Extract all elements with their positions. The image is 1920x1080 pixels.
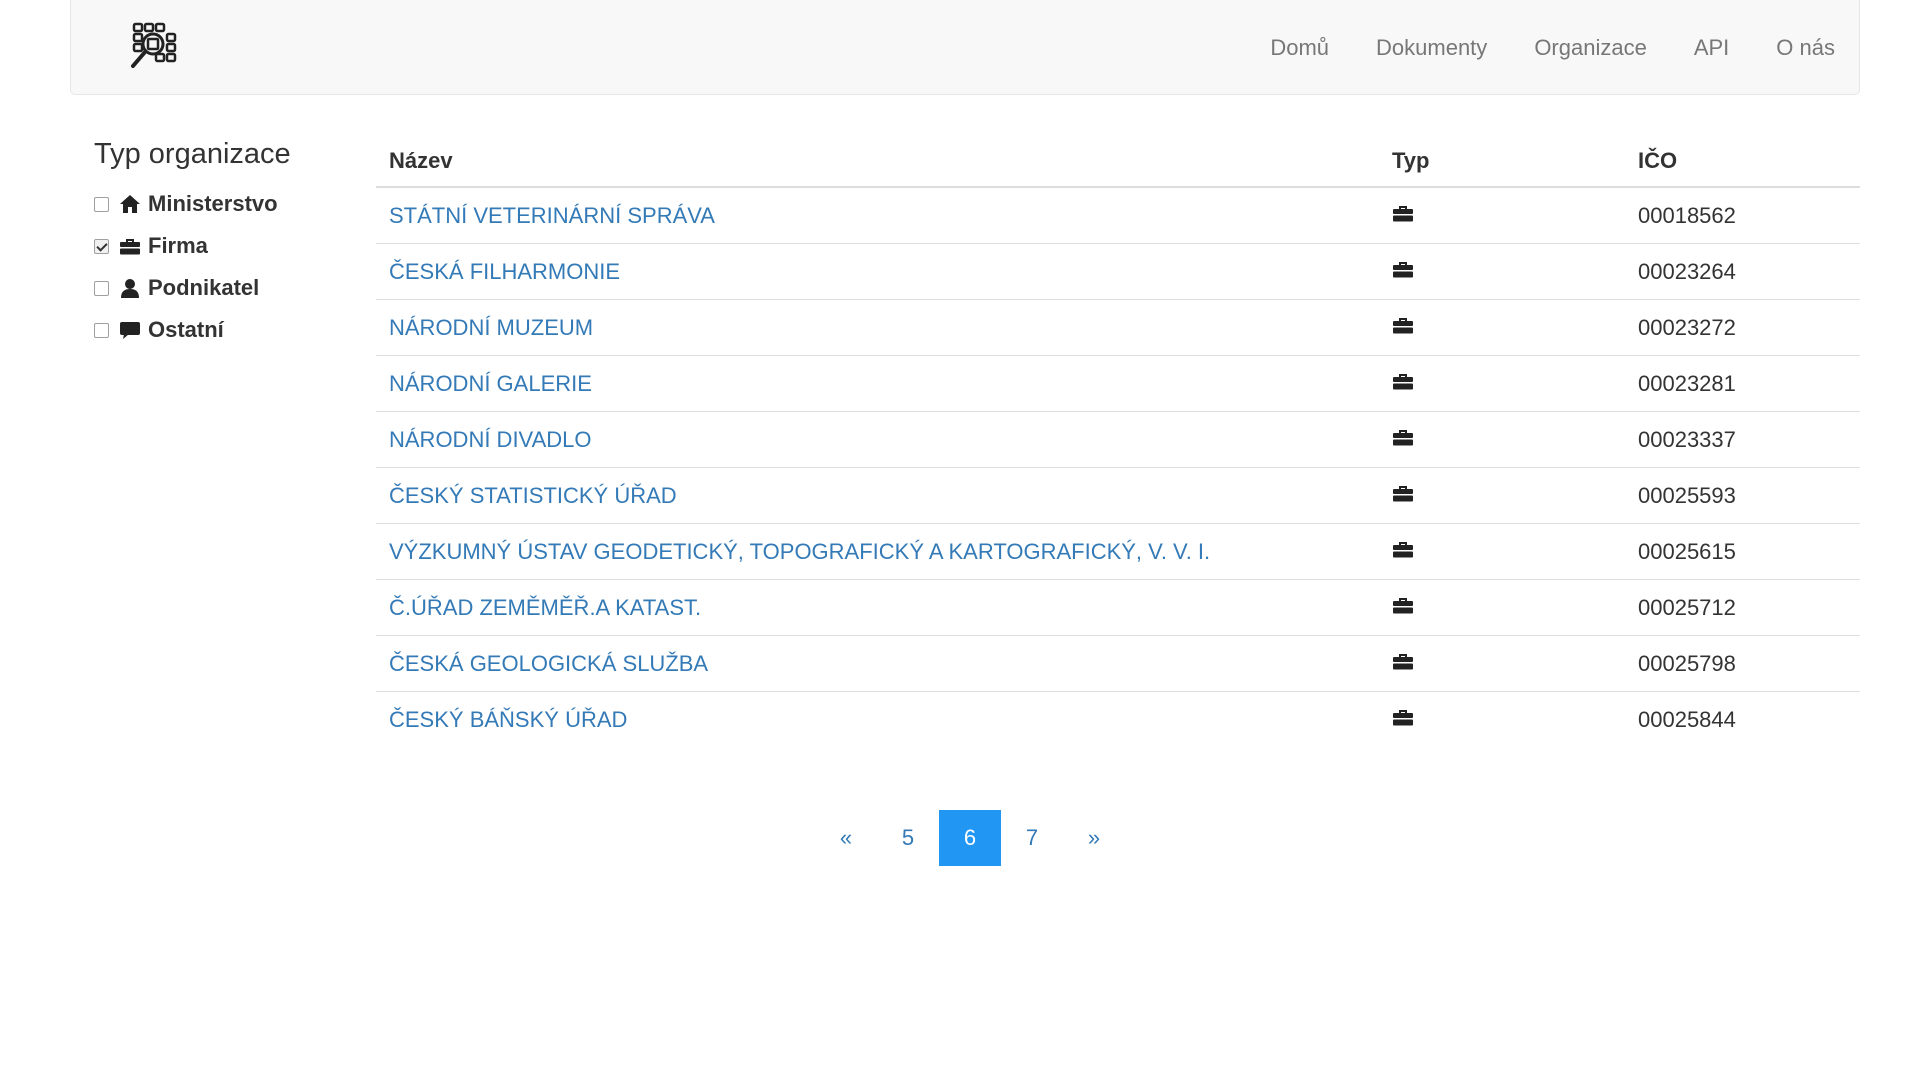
cell-name: Č.ÚŘAD ZEMĚMĚŘ.A KATAST. bbox=[376, 579, 1379, 636]
cell-name: STÁTNÍ VETERINÁRNÍ SPRÁVA bbox=[376, 187, 1379, 244]
filter-sidebar: Typ organizace Ministerstvo Firma Podnik… bbox=[94, 138, 291, 351]
briefcase-icon bbox=[1392, 483, 1414, 508]
nav-link-dokumenty[interactable]: Dokumenty bbox=[1376, 35, 1487, 61]
organization-link[interactable]: VÝZKUMNÝ ÚSTAV GEODETICKÝ, TOPOGRAFICKÝ … bbox=[389, 539, 1210, 564]
briefcase-icon bbox=[1392, 707, 1414, 732]
filter-label: Ostatní bbox=[148, 317, 224, 342]
cell-name: NÁRODNÍ GALERIE bbox=[376, 355, 1379, 412]
cell-type bbox=[1379, 467, 1625, 524]
organization-link[interactable]: ČESKÁ GEOLOGICKÁ SLUŽBA bbox=[389, 651, 708, 676]
filter-ministerstvo[interactable]: Ministerstvo bbox=[94, 183, 291, 225]
column-header-nazev[interactable]: Název bbox=[376, 136, 1379, 188]
cell-ico: 00025615 bbox=[1625, 523, 1860, 580]
cell-type bbox=[1379, 579, 1625, 636]
main-nav: Domů Dokumenty Organizace API O nás bbox=[1223, 0, 1835, 95]
cell-type bbox=[1379, 411, 1625, 468]
cell-type bbox=[1379, 187, 1625, 244]
table-row: VÝZKUMNÝ ÚSTAV GEODETICKÝ, TOPOGRAFICKÝ … bbox=[376, 523, 1860, 580]
cell-ico: 00025844 bbox=[1625, 691, 1860, 747]
organization-link[interactable]: STÁTNÍ VETERINÁRNÍ SPRÁVA bbox=[389, 203, 715, 228]
home-icon bbox=[119, 193, 143, 215]
cell-type bbox=[1379, 635, 1625, 692]
table-row: ČESKÝ STATISTICKÝ ÚŘAD 00025593 bbox=[376, 467, 1860, 524]
cell-type bbox=[1379, 355, 1625, 412]
cell-name: ČESKÁ GEOLOGICKÁ SLUŽBA bbox=[376, 635, 1379, 692]
nav-link-api[interactable]: API bbox=[1694, 35, 1729, 61]
cell-name: VÝZKUMNÝ ÚSTAV GEODETICKÝ, TOPOGRAFICKÝ … bbox=[376, 523, 1379, 580]
organization-link[interactable]: NÁRODNÍ DIVADLO bbox=[389, 427, 592, 452]
filter-ostatni[interactable]: Ostatní bbox=[94, 309, 291, 351]
cell-type bbox=[1379, 523, 1625, 580]
filter-label: Ministerstvo bbox=[148, 191, 278, 216]
table-row: NÁRODNÍ GALERIE 00023281 bbox=[376, 355, 1860, 412]
cell-name: NÁRODNÍ MUZEUM bbox=[376, 299, 1379, 356]
organization-link[interactable]: NÁRODNÍ MUZEUM bbox=[389, 315, 593, 340]
cell-ico: 00025712 bbox=[1625, 579, 1860, 636]
briefcase-icon bbox=[1392, 427, 1414, 452]
table-row: STÁTNÍ VETERINÁRNÍ SPRÁVA 00018562 bbox=[376, 187, 1860, 244]
table-row: ČESKÁ GEOLOGICKÁ SLUŽBA 00025798 bbox=[376, 635, 1860, 692]
navbar: Domů Dokumenty Organizace API O nás bbox=[70, 0, 1860, 95]
cell-ico: 00025798 bbox=[1625, 635, 1860, 692]
briefcase-icon bbox=[1392, 371, 1414, 396]
search-grid-logo-icon[interactable] bbox=[128, 20, 180, 74]
table-row: ČESKÝ BÁŇSKÝ ÚŘAD 00025844 bbox=[376, 691, 1860, 747]
filter-checkbox-firma[interactable] bbox=[94, 238, 109, 254]
organizations-table: Název Typ IČO STÁTNÍ VETERINÁRNÍ SPRÁVA 0… bbox=[376, 136, 1860, 747]
cell-name: ČESKÁ FILHARMONIE bbox=[376, 243, 1379, 300]
organization-link[interactable]: NÁRODNÍ GALERIE bbox=[389, 371, 592, 396]
organization-link[interactable]: ČESKÁ FILHARMONIE bbox=[389, 259, 620, 284]
briefcase-icon bbox=[1392, 315, 1414, 340]
table-header-row: Název Typ IČO bbox=[376, 136, 1860, 188]
organization-link[interactable]: ČESKÝ BÁŇSKÝ ÚŘAD bbox=[389, 707, 627, 732]
briefcase-icon bbox=[1392, 651, 1414, 676]
pagination-prev[interactable]: « bbox=[815, 810, 877, 866]
comment-icon bbox=[119, 319, 143, 341]
cell-ico: 00023337 bbox=[1625, 411, 1860, 468]
cell-type bbox=[1379, 299, 1625, 356]
cell-name: NÁRODNÍ DIVADLO bbox=[376, 411, 1379, 468]
organization-link[interactable]: Č.ÚŘAD ZEMĚMĚŘ.A KATAST. bbox=[389, 595, 701, 620]
organization-link[interactable]: ČESKÝ STATISTICKÝ ÚŘAD bbox=[389, 483, 677, 508]
pagination-page[interactable]: 7 bbox=[1001, 810, 1063, 866]
cell-type bbox=[1379, 691, 1625, 747]
cell-ico: 00023281 bbox=[1625, 355, 1860, 412]
nav-link-organizace[interactable]: Organizace bbox=[1534, 35, 1647, 61]
nav-link-domu[interactable]: Domů bbox=[1270, 35, 1329, 61]
table-row: ČESKÁ FILHARMONIE 00023264 bbox=[376, 243, 1860, 300]
briefcase-icon bbox=[119, 235, 143, 257]
filter-podnikatel[interactable]: Podnikatel bbox=[94, 267, 291, 309]
pagination-next[interactable]: » bbox=[1063, 810, 1125, 866]
cell-ico: 00025593 bbox=[1625, 467, 1860, 524]
nav-link-o-nas[interactable]: O nás bbox=[1776, 35, 1835, 61]
user-icon bbox=[119, 277, 143, 299]
cell-ico: 00023264 bbox=[1625, 243, 1860, 300]
column-header-typ[interactable]: Typ bbox=[1379, 136, 1625, 188]
cell-name: ČESKÝ STATISTICKÝ ÚŘAD bbox=[376, 467, 1379, 524]
pagination-page-current[interactable]: 6 bbox=[939, 810, 1001, 866]
table-row: Č.ÚŘAD ZEMĚMĚŘ.A KATAST. 00025712 bbox=[376, 579, 1860, 636]
pagination-page[interactable]: 5 bbox=[877, 810, 939, 866]
filter-firma[interactable]: Firma bbox=[94, 225, 291, 267]
table-row: NÁRODNÍ DIVADLO 00023337 bbox=[376, 411, 1860, 468]
filter-checkbox-ministerstvo[interactable] bbox=[94, 196, 109, 212]
filter-label: Firma bbox=[148, 233, 208, 258]
briefcase-icon bbox=[1392, 539, 1414, 564]
cell-ico: 00018562 bbox=[1638, 202, 1736, 228]
table-row: NÁRODNÍ MUZEUM 00023272 bbox=[376, 299, 1860, 356]
briefcase-icon bbox=[1392, 595, 1414, 620]
pagination: « 5 6 7 » bbox=[815, 810, 1125, 866]
briefcase-icon bbox=[1392, 259, 1414, 284]
filter-checkbox-ostatni[interactable] bbox=[94, 322, 109, 338]
briefcase-icon bbox=[1392, 203, 1414, 228]
filter-label: Podnikatel bbox=[148, 275, 260, 300]
filter-title: Typ organizace bbox=[94, 138, 291, 170]
cell-ico: 00023272 bbox=[1625, 299, 1860, 356]
column-header-ico[interactable]: IČO bbox=[1625, 136, 1860, 188]
cell-type bbox=[1379, 243, 1625, 300]
cell-name: ČESKÝ BÁŇSKÝ ÚŘAD bbox=[376, 691, 1379, 747]
filter-checkbox-podnikatel[interactable] bbox=[94, 280, 109, 296]
